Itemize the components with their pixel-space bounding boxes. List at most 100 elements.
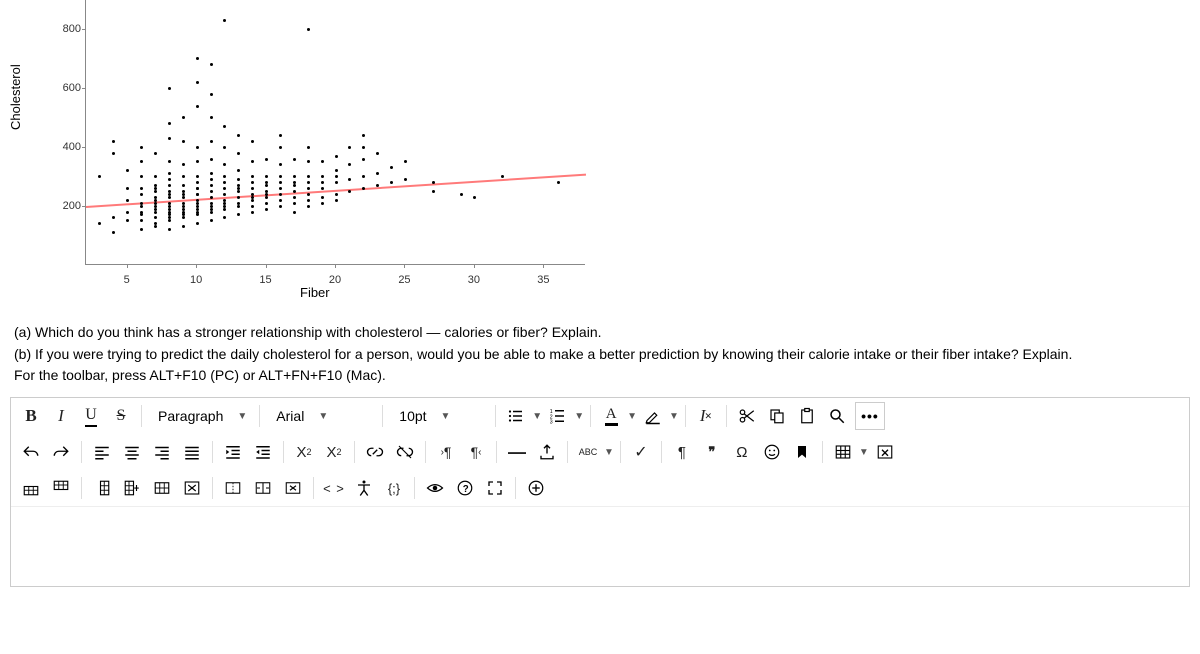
ltr-button[interactable]: ›¶: [432, 438, 460, 466]
find-button[interactable]: [823, 402, 851, 430]
data-point: [210, 219, 213, 222]
insert-row-above-button[interactable]: [17, 474, 45, 502]
data-point: [321, 202, 324, 205]
del-col-icon: [183, 479, 201, 497]
underline-button[interactable]: U: [77, 402, 105, 430]
emoji-button[interactable]: [758, 438, 786, 466]
clear-formatting-button[interactable]: I✕: [692, 402, 720, 430]
data-point: [237, 190, 240, 193]
font-family-select[interactable]: Arial ▼: [266, 402, 376, 430]
data-point: [182, 140, 185, 143]
undo-button[interactable]: [17, 438, 45, 466]
accessibility-button[interactable]: [350, 474, 378, 502]
data-point: [265, 175, 268, 178]
strikethrough-button[interactable]: S: [107, 402, 135, 430]
redo-button[interactable]: [47, 438, 75, 466]
code-block-button[interactable]: {;}: [380, 474, 408, 502]
data-point: [126, 169, 129, 172]
delete-col-button[interactable]: [178, 474, 206, 502]
bullet-list-icon: [507, 407, 525, 425]
chevron-down-icon[interactable]: ▼: [532, 411, 542, 422]
data-point: [251, 196, 254, 199]
editor-content-area[interactable]: [11, 506, 1189, 586]
data-point: [265, 202, 268, 205]
copy-button[interactable]: [763, 402, 791, 430]
superscript-button[interactable]: X2: [290, 438, 318, 466]
help-button[interactable]: ?: [451, 474, 479, 502]
rtl-button[interactable]: ¶‹: [462, 438, 490, 466]
insert-col-left-button[interactable]: [88, 474, 116, 502]
delete-row-button[interactable]: [148, 474, 176, 502]
block-format-select[interactable]: Paragraph ▼: [148, 402, 253, 430]
data-point: [210, 190, 213, 193]
unlink-icon: [396, 443, 414, 461]
data-point: [321, 187, 324, 190]
insert-row-below-button[interactable]: [47, 474, 75, 502]
data-point: [335, 169, 338, 172]
data-point: [182, 184, 185, 187]
data-point: [154, 175, 157, 178]
table-button[interactable]: [829, 438, 857, 466]
unlink-button[interactable]: [391, 438, 419, 466]
spellcheck-button[interactable]: ABC: [574, 438, 602, 466]
highlight-color-button[interactable]: [639, 402, 667, 430]
split-cells-button[interactable]: [249, 474, 277, 502]
chevron-down-icon[interactable]: ▼: [859, 447, 869, 458]
special-char-button[interactable]: Ω: [728, 438, 756, 466]
chevron-down-icon[interactable]: ▼: [669, 411, 679, 422]
fullscreen-button[interactable]: [481, 474, 509, 502]
data-point: [265, 193, 268, 196]
data-point: [154, 216, 157, 219]
code-button[interactable]: < >: [320, 474, 348, 502]
chevron-down-icon[interactable]: ▼: [627, 411, 637, 422]
data-point: [293, 211, 296, 214]
delete-table-button[interactable]: [871, 438, 899, 466]
italic-button[interactable]: I: [47, 402, 75, 430]
data-point: [251, 211, 254, 214]
blockquote-button[interactable]: ❞: [698, 438, 726, 466]
align-justify-button[interactable]: [178, 438, 206, 466]
more-options-button[interactable]: •••: [855, 402, 885, 430]
checkmark-button[interactable]: ✓: [627, 438, 655, 466]
show-paragraph-button[interactable]: ¶: [668, 438, 696, 466]
data-point: [293, 158, 296, 161]
add-button[interactable]: [522, 474, 550, 502]
bookmark-button[interactable]: [788, 438, 816, 466]
link-button[interactable]: [361, 438, 389, 466]
separator: [81, 477, 82, 499]
align-left-button[interactable]: [88, 438, 116, 466]
bullet-list-button[interactable]: [502, 402, 530, 430]
data-point: [196, 175, 199, 178]
separator: [414, 477, 415, 499]
align-right-button[interactable]: [148, 438, 176, 466]
data-point: [140, 213, 143, 216]
toolbar-row-2: X2 X2 ›¶ ¶‹ — ABC ▼ ✓ ¶ ❞ Ω ▼: [11, 434, 1189, 470]
insert-col-right-button[interactable]: [118, 474, 146, 502]
data-point: [196, 146, 199, 149]
chevron-down-icon[interactable]: ▼: [604, 447, 614, 458]
data-point: [182, 216, 185, 219]
horizontal-rule-button[interactable]: —: [503, 438, 531, 466]
insert-file-button[interactable]: [533, 438, 561, 466]
indent-button[interactable]: [219, 438, 247, 466]
subscript-button[interactable]: X2: [320, 438, 348, 466]
cell-props-button[interactable]: [279, 474, 307, 502]
chevron-down-icon[interactable]: ▼: [574, 411, 584, 422]
bold-button[interactable]: B: [17, 402, 45, 430]
row-below-icon: [52, 479, 70, 497]
data-point: [210, 116, 213, 119]
preview-button[interactable]: [421, 474, 449, 502]
paste-button[interactable]: [793, 402, 821, 430]
data-point: [210, 172, 213, 175]
merge-cells-button[interactable]: [219, 474, 247, 502]
data-point: [362, 158, 365, 161]
separator: [259, 405, 260, 427]
numbered-list-button[interactable]: 123: [544, 402, 572, 430]
cut-button[interactable]: [733, 402, 761, 430]
numbered-list-icon: 123: [549, 407, 567, 425]
chevron-down-icon: ▼: [318, 411, 328, 422]
align-center-button[interactable]: [118, 438, 146, 466]
font-size-select[interactable]: 10pt ▼: [389, 402, 489, 430]
outdent-button[interactable]: [249, 438, 277, 466]
text-color-button[interactable]: A: [597, 402, 625, 430]
